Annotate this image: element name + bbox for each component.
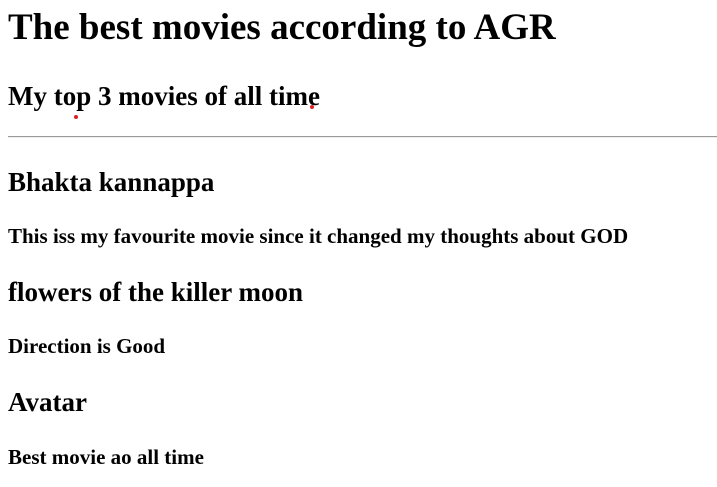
movie-title: Avatar [8,387,87,417]
spellcheck-marker [310,105,314,109]
movie-title: flowers of the killer moon [8,277,303,307]
page-title: The best movies according to AGR [8,7,556,48]
page: The best movies according to AGR My top … [0,0,717,487]
movie-title: Bhakta kannappa [8,167,215,197]
spellcheck-marker [74,115,78,119]
movie-description: Best movie ao all time [8,445,204,469]
movie-description: This iss my favourite movie since it cha… [8,224,629,248]
page-subtitle: My top 3 movies of all time [8,81,320,111]
horizontal-divider [8,136,717,138]
movie-description: Direction is Good [8,334,166,358]
